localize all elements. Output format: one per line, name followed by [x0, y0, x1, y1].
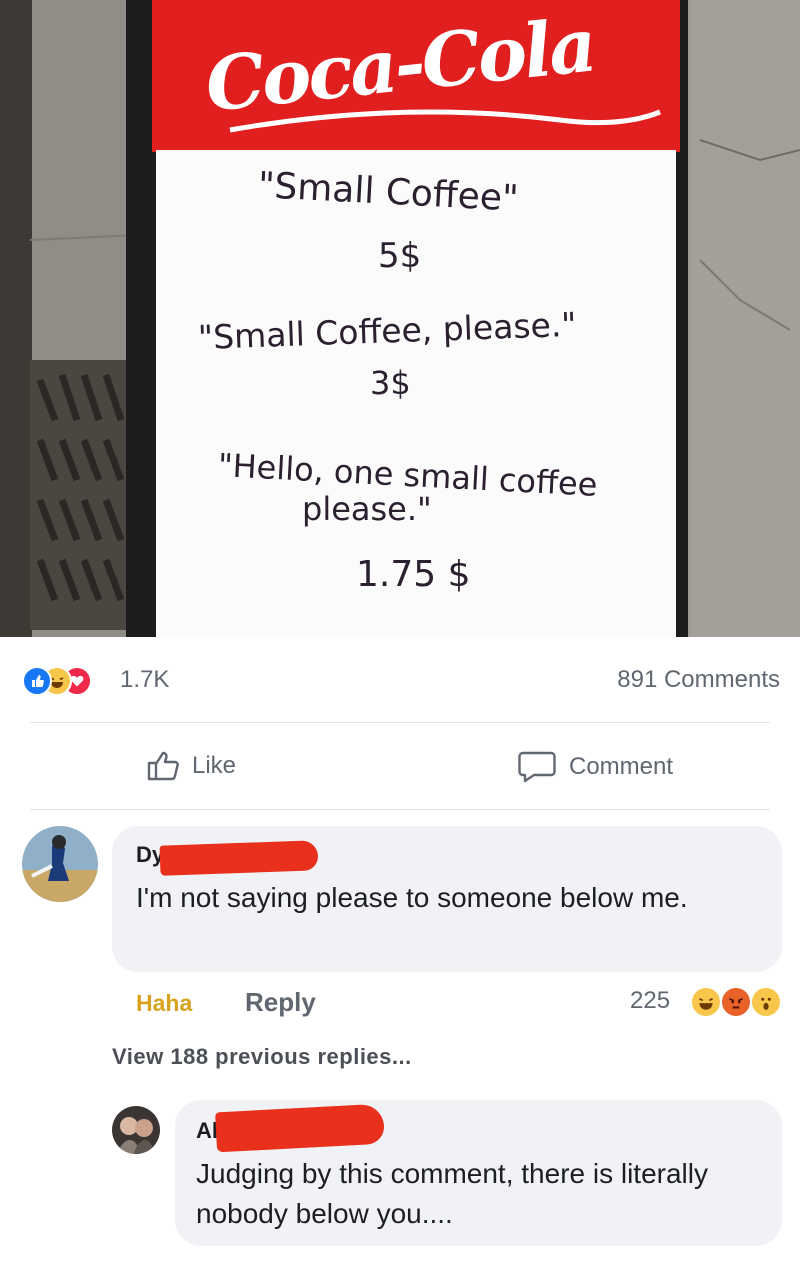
thumbs-up-icon — [147, 751, 179, 781]
comment-reply-button[interactable]: Reply — [245, 986, 316, 1018]
like-label: Like — [192, 752, 237, 779]
post-stats: 1.7K 891 Comments — [0, 650, 800, 710]
commenter-avatar[interactable] — [22, 826, 98, 902]
comments-count-link[interactable]: 891 Comments — [617, 666, 780, 694]
angry-icon — [720, 986, 752, 1018]
author-name-redaction — [159, 840, 319, 876]
post-actions: Like Comment — [0, 725, 800, 809]
wow-icon — [750, 986, 782, 1018]
post-photo[interactable]: Coca‑Cola "Small Coffee" 5$ "Small Coffe… — [0, 0, 800, 637]
sign-line-2: 5$ — [378, 236, 422, 276]
sign-line-4: 3$ — [370, 364, 411, 402]
comment-haha-reaction[interactable]: Haha — [136, 988, 192, 1018]
comment-bubble-icon — [518, 751, 556, 783]
comment-reaction-count[interactable]: 225 — [630, 986, 670, 1016]
sign-line-6: please." — [302, 490, 432, 528]
comment-button[interactable]: Comment — [517, 750, 673, 784]
haha-icon — [690, 986, 722, 1018]
view-previous-replies-link[interactable]: View 188 previous replies... — [112, 1042, 412, 1072]
reaction-count[interactable]: 1.7K — [120, 666, 169, 694]
divider — [30, 809, 770, 810]
reply-author-avatar[interactable] — [112, 1106, 160, 1154]
divider — [30, 722, 770, 723]
reply-text: Judging by this comment, there is litera… — [196, 1158, 708, 1229]
like-button[interactable]: Like — [146, 750, 236, 782]
like-icon — [22, 666, 52, 696]
sign-line-7: 1.75 $ — [356, 554, 471, 595]
comment-text: I'm not saying please to someone below m… — [136, 882, 688, 913]
comment-label: Comment — [569, 753, 674, 780]
